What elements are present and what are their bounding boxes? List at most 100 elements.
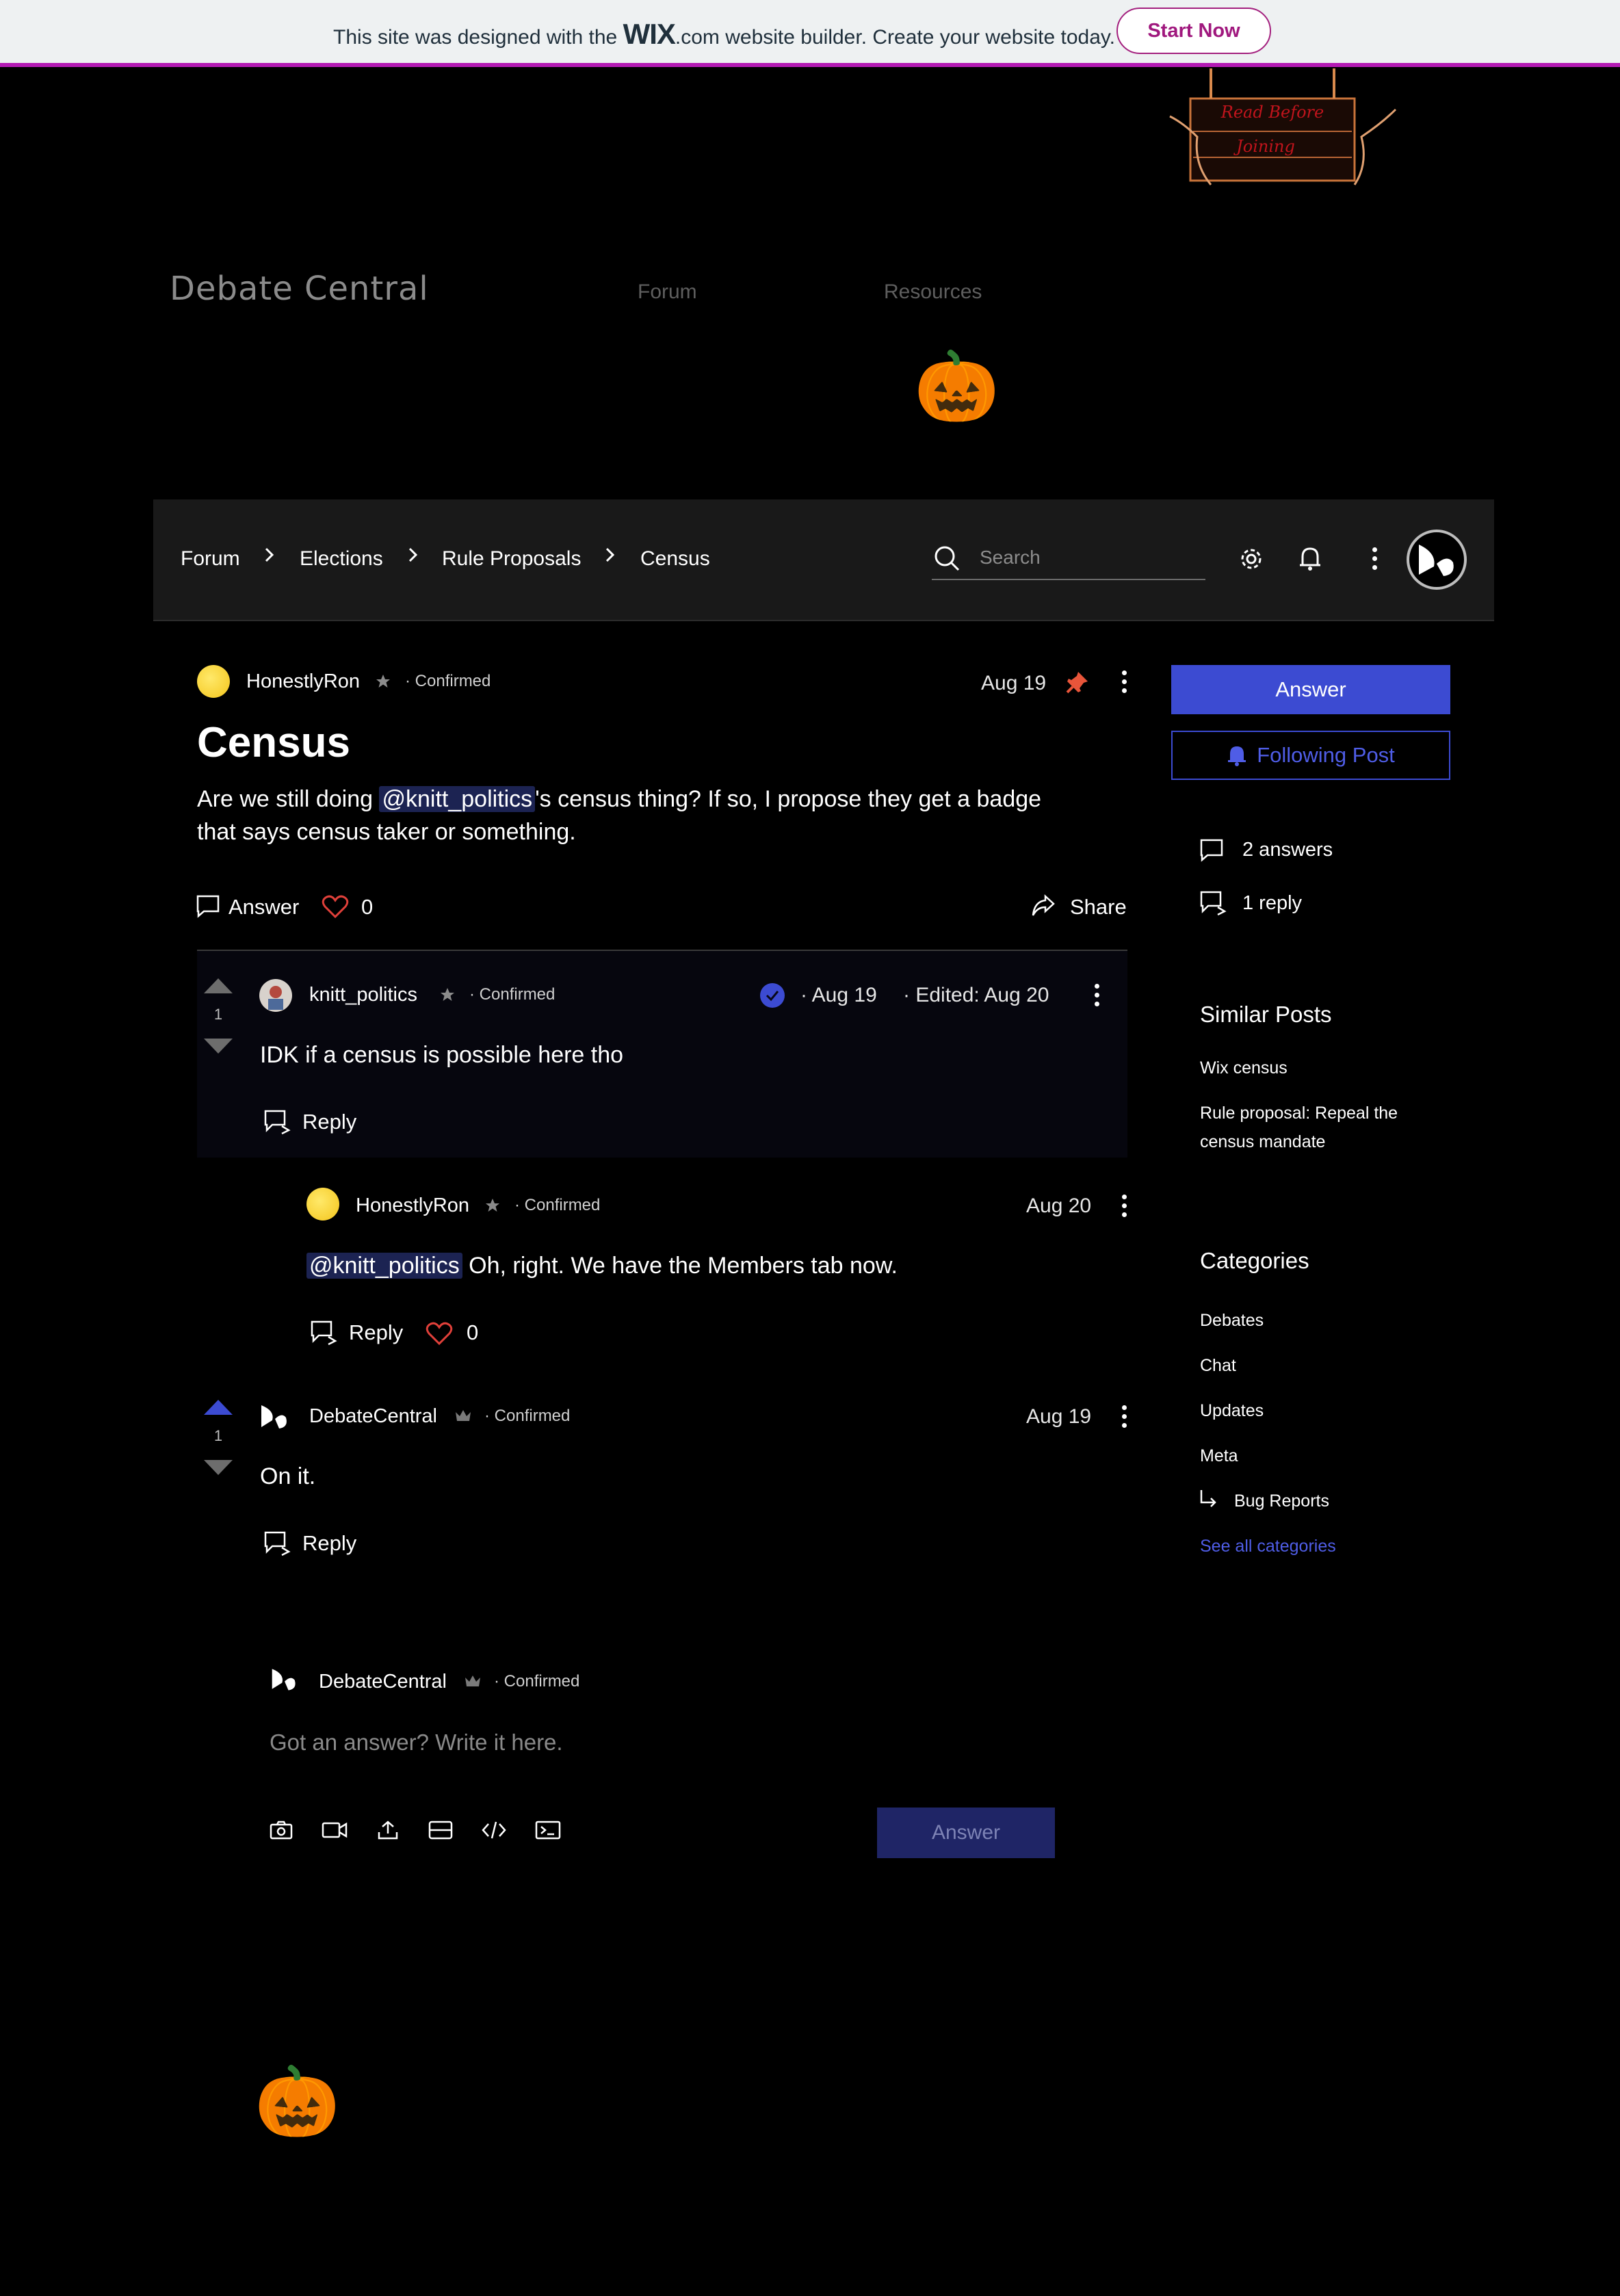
sign-text-line1: Read Before — [1220, 103, 1324, 122]
nav-resources[interactable]: Resources — [884, 281, 982, 304]
breadcrumb-elections[interactable]: Elections — [300, 547, 383, 571]
category-bug-reports[interactable]: Bug Reports — [1234, 1491, 1329, 1511]
chevron-right-icon — [265, 547, 274, 562]
mention-link[interactable]: @knitt_politics — [306, 1253, 462, 1279]
video-icon[interactable] — [322, 1820, 348, 1840]
downvote-icon[interactable] — [202, 1459, 234, 1476]
confirmed-badge: · Confirmed — [484, 1407, 571, 1425]
post-body: Are we still doing @knitt_politics's cen… — [197, 786, 1042, 845]
author-avatar — [272, 1669, 296, 1691]
reply-icon — [264, 1531, 291, 1556]
more-options-icon[interactable] — [1372, 547, 1379, 574]
user-avatar[interactable] — [1407, 530, 1467, 590]
reply-icon — [1200, 891, 1227, 915]
reply-icon — [264, 1110, 291, 1134]
reply-author[interactable]: HonestlyRon — [356, 1195, 469, 1217]
breadcrumb-rule-proposals[interactable]: Rule Proposals — [442, 547, 581, 571]
code-icon[interactable] — [482, 1820, 506, 1840]
upload-icon[interactable] — [376, 1820, 400, 1840]
category-meta[interactable]: Meta — [1200, 1446, 1238, 1466]
category-updates[interactable]: Updates — [1200, 1401, 1264, 1421]
reply-like-count: 0 — [467, 1320, 479, 1344]
answer-author[interactable]: knitt_politics — [309, 984, 417, 1006]
start-now-button[interactable]: Start Now — [1116, 8, 1271, 54]
reply-button[interactable]: Reply — [302, 1110, 356, 1134]
nav-forum[interactable]: Forum — [638, 281, 697, 304]
confirmed-badge: · Confirmed — [405, 672, 491, 690]
post-date: Aug 19 — [981, 672, 1047, 694]
breadcrumb-census[interactable]: Census — [640, 547, 710, 571]
best-answer-check-icon — [760, 983, 785, 1008]
reply-button[interactable]: Reply — [349, 1320, 403, 1345]
mention-link[interactable]: @knitt_politics — [379, 786, 536, 812]
gear-icon[interactable] — [1238, 546, 1264, 572]
answer-date: · Aug 19 — [800, 984, 877, 1006]
pumpkin-icon: 🎃 — [914, 348, 1000, 425]
answer-more-icon[interactable] — [1095, 984, 1101, 1010]
sign-text-line2: Joining — [1233, 137, 1295, 156]
comment-icon — [196, 895, 220, 918]
see-all-categories-link[interactable]: See all categories — [1200, 1537, 1336, 1556]
star-icon — [486, 1199, 499, 1212]
subcategory-arrow-icon — [1200, 1490, 1216, 1507]
author-avatar[interactable] — [197, 665, 230, 698]
author-avatar[interactable] — [259, 978, 293, 1013]
heart-icon[interactable] — [426, 1322, 453, 1345]
search-input[interactable] — [978, 545, 1200, 571]
camera-icon[interactable] — [270, 1820, 293, 1840]
bell-icon[interactable] — [1297, 545, 1323, 572]
author-avatar[interactable] — [259, 1400, 293, 1434]
answer-input[interactable]: Got an answer? Write it here. — [270, 1730, 563, 1756]
answer-button[interactable]: Answer — [1171, 665, 1450, 714]
answer-author[interactable]: DebateCentral — [309, 1405, 437, 1428]
downvote-icon[interactable] — [202, 1037, 234, 1055]
category-chat[interactable]: Chat — [1200, 1356, 1236, 1376]
pin-icon — [1066, 672, 1088, 694]
post-author[interactable]: HonestlyRon — [246, 670, 360, 693]
author-avatar[interactable] — [306, 1188, 339, 1221]
embed-terminal-icon[interactable] — [535, 1820, 561, 1840]
wix-logo: WIX — [623, 18, 676, 50]
confirmed-badge: · Confirmed — [514, 1196, 601, 1214]
post-title: Census — [197, 719, 350, 766]
following-post-button[interactable]: Following Post — [1171, 731, 1450, 780]
vote-count: 1 — [213, 1427, 223, 1444]
star-icon — [441, 988, 454, 1001]
comment-icon — [1200, 839, 1223, 862]
submit-answer-button[interactable]: Answer — [877, 1808, 1055, 1858]
post-more-icon[interactable] — [1122, 670, 1129, 697]
answer-date: Aug 19 — [1026, 1405, 1092, 1428]
reply-date: Aug 20 — [1026, 1195, 1092, 1217]
reply-more-icon[interactable] — [1122, 1195, 1129, 1221]
category-debates[interactable]: Debates — [1200, 1311, 1264, 1331]
breadcrumb-forum[interactable]: Forum — [181, 547, 240, 571]
share-icon[interactable] — [1030, 893, 1056, 918]
star-icon — [376, 675, 390, 688]
answer-more-icon[interactable] — [1122, 1405, 1129, 1432]
crown-icon — [465, 1675, 480, 1686]
answer-text: IDK if a census is possible here tho — [260, 1042, 624, 1068]
answer-edited: · Edited: Aug 20 — [903, 984, 1049, 1006]
divider-icon[interactable] — [428, 1820, 453, 1840]
read-before-joining-sign[interactable]: Read Before Joining — [1163, 68, 1409, 190]
similar-post-link[interactable]: Wix census — [1200, 1054, 1288, 1082]
post-answer-link[interactable]: Answer — [228, 895, 299, 919]
upvote-icon[interactable] — [202, 1398, 234, 1416]
similar-post-link[interactable]: Rule proposal: Repeal the census mandate — [1200, 1099, 1446, 1156]
reply-icon — [311, 1320, 337, 1345]
vote-count: 1 — [213, 1006, 223, 1023]
site-title[interactable]: Debate Central — [170, 270, 429, 308]
confirmed-badge: · Confirmed — [494, 1672, 580, 1691]
heart-icon[interactable] — [322, 895, 349, 918]
bell-icon — [1228, 746, 1246, 766]
reply-button[interactable]: Reply — [302, 1531, 356, 1556]
replies-count: 1 reply — [1242, 892, 1303, 914]
share-button[interactable]: Share — [1070, 895, 1127, 919]
search-icon[interactable] — [933, 545, 961, 572]
upvote-icon[interactable] — [202, 977, 234, 995]
crown-icon — [456, 1410, 471, 1421]
chevron-right-icon — [408, 547, 418, 562]
categories-heading: Categories — [1200, 1248, 1309, 1273]
post-like-count: 0 — [361, 895, 374, 919]
composer-author: DebateCentral — [319, 1671, 447, 1693]
